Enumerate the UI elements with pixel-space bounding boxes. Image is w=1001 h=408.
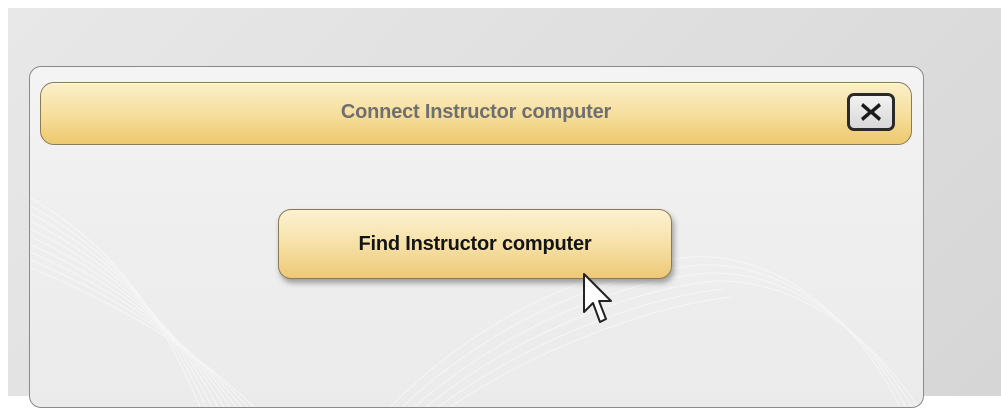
find-instructor-computer-label: Find Instructor computer	[358, 232, 592, 255]
find-instructor-computer-button[interactable]: Find Instructor computer	[278, 209, 672, 279]
connect-instructor-dialog: Connect Instructor computer Find Instruc…	[29, 66, 924, 408]
dialog-title-bar: Connect Instructor computer	[40, 82, 912, 145]
mouse-pointer-icon	[583, 273, 612, 323]
close-button[interactable]	[847, 93, 895, 131]
close-x-icon	[861, 103, 881, 121]
dialog-title: Connect Instructor computer	[340, 101, 612, 123]
